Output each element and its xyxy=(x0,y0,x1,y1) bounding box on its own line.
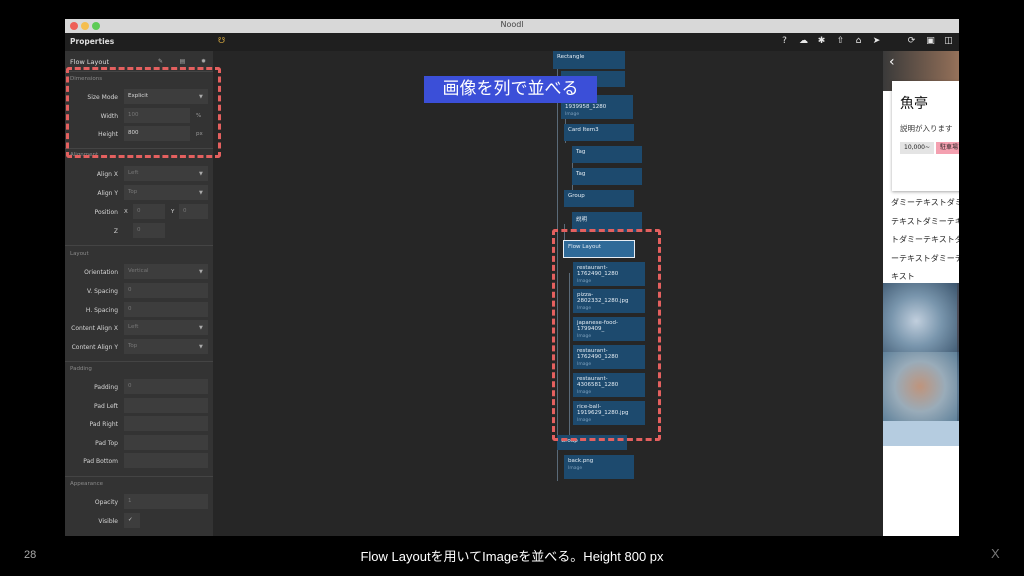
send-icon[interactable]: ➤ xyxy=(871,36,882,47)
bug-icon[interactable]: ✱ xyxy=(816,36,827,47)
position-x-input[interactable]: 0 xyxy=(133,204,165,219)
padding-label: Padding xyxy=(94,384,118,391)
selection-overlay xyxy=(883,283,959,446)
align-x-label: Align X xyxy=(96,171,118,178)
orientation-label: Orientation xyxy=(84,269,118,276)
orientation-select[interactable]: Vertical xyxy=(124,264,208,279)
opacity-input[interactable]: 1 xyxy=(124,494,208,509)
edit-icon[interactable]: ✎ xyxy=(155,56,166,67)
tree-node-back[interactable]: back.png Image xyxy=(564,455,634,479)
pad-left-input[interactable] xyxy=(124,398,208,413)
position-label: Position xyxy=(94,209,118,216)
z-label: Z xyxy=(113,228,118,235)
node-name: Flow Layout xyxy=(70,58,109,66)
section-layout[interactable]: Layout xyxy=(70,251,89,257)
chevron-down-icon: ▼ xyxy=(199,269,203,275)
visible-checkbox[interactable]: ✓ xyxy=(124,513,140,528)
position-y-label: Y xyxy=(171,209,175,215)
visible-label: Visible xyxy=(98,518,118,525)
pad-top-input[interactable] xyxy=(124,435,208,450)
z-input[interactable]: 0 xyxy=(133,223,165,238)
window-title: Noodl xyxy=(500,20,524,29)
position-x-label: X xyxy=(124,209,128,215)
chevron-down-icon: ▼ xyxy=(199,344,203,350)
tree-node-group[interactable]: Group xyxy=(564,190,634,207)
panel-title: Properties xyxy=(70,37,115,46)
pin-icon[interactable]: ☋ xyxy=(218,36,225,45)
flow-layout-highlight xyxy=(552,229,661,441)
tree-node-tag[interactable]: Tag xyxy=(572,168,642,185)
dummy-text: ダミーテキストダミーテキストダミーテキストダミー テキストダミーテキストダミーテ… xyxy=(891,198,959,281)
pad-right-label: Pad Right xyxy=(89,421,118,428)
upload-icon[interactable]: ⇧ xyxy=(835,36,846,47)
corner-mark: X xyxy=(991,546,1000,561)
help-icon[interactable]: ? xyxy=(779,36,790,47)
content-align-y-label: Content Align Y xyxy=(71,344,118,351)
chevron-down-icon: ▼ xyxy=(199,325,203,331)
chevron-down-icon: ▼ xyxy=(199,171,203,177)
shop-card: 魚亭 説明が入ります 10,000~ 駐車場アリ xyxy=(892,81,959,191)
v-spacing-input[interactable]: 0 xyxy=(124,283,208,298)
tree-node-rectangle[interactable]: Rectangle xyxy=(553,51,625,69)
align-y-label: Align Y xyxy=(97,190,118,197)
card-description: 説明が入ります xyxy=(900,124,953,133)
position-y-input[interactable]: 0 xyxy=(179,204,208,219)
delete-icon[interactable]: ▤ xyxy=(177,56,188,67)
content-align-y-select[interactable]: Top xyxy=(124,339,208,354)
preview-icon[interactable]: ▣ xyxy=(925,36,936,47)
chevron-left-icon[interactable]: ‹ xyxy=(889,54,895,70)
pad-right-input[interactable] xyxy=(124,416,208,431)
dimensions-highlight xyxy=(66,67,221,158)
toolbar: Properties ☋ ? ☁ ✱ ⇧ ⌂ ➤ ⟳ ▣ ◫ xyxy=(65,33,959,51)
content-align-x-select[interactable]: Left xyxy=(124,320,208,335)
chevron-down-icon: ▼ xyxy=(199,190,203,196)
window-icon[interactable]: ◫ xyxy=(943,36,954,47)
section-appearance[interactable]: Appearance xyxy=(70,481,103,487)
price-tag: 10,000~ xyxy=(900,142,935,154)
section-padding[interactable]: Padding xyxy=(70,366,92,372)
callout-label: 画像を列で並べる xyxy=(424,76,597,103)
content-align-x-label: Content Align X xyxy=(71,325,118,332)
parking-tag: 駐車場アリ xyxy=(936,142,959,154)
v-spacing-label: V. Spacing xyxy=(86,288,118,295)
tree-node-card-item3[interactable]: Card Item3 xyxy=(564,124,634,141)
cloud-icon[interactable]: ☁ xyxy=(798,36,809,47)
title-bar: Noodl xyxy=(65,19,959,33)
card-title: 魚亭 xyxy=(900,96,928,112)
pad-top-label: Pad Top xyxy=(95,440,118,447)
home-icon[interactable]: ⌂ xyxy=(853,36,864,47)
opacity-label: Opacity xyxy=(94,499,118,506)
pad-left-label: Pad Left xyxy=(93,403,118,410)
slide-caption: Flow Layoutを用いてImageを並べる。Height 800 px xyxy=(360,549,664,564)
pad-bottom-input[interactable] xyxy=(124,453,208,468)
pad-bottom-label: Pad Bottom xyxy=(83,458,118,465)
padding-input[interactable]: 0 xyxy=(124,379,208,394)
settings-icon[interactable]: ✹ xyxy=(198,56,209,67)
align-y-select[interactable]: Top xyxy=(124,185,208,200)
h-spacing-input[interactable]: 0 xyxy=(124,302,208,317)
h-spacing-label: H. Spacing xyxy=(85,307,118,314)
preview-viewport[interactable]: ‹ 魚亭 説明が入ります 10,000~ 駐車場アリ ダミーテキストダミーテキス… xyxy=(883,51,959,536)
refresh-icon[interactable]: ⟳ xyxy=(906,36,917,47)
tree-node-tag[interactable]: Tag xyxy=(572,146,642,163)
align-x-select[interactable]: Left xyxy=(124,166,208,181)
